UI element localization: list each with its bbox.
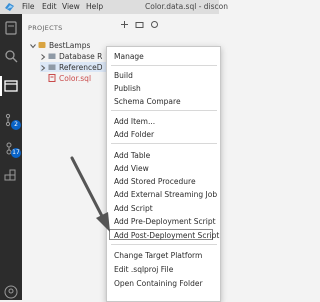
- menu-item-schema-compare[interactable]: Schema Compare: [114, 97, 181, 106]
- tree-item-database-references[interactable]: Database R: [40, 51, 102, 61]
- debug-icon[interactable]: 17: [3, 140, 21, 158]
- menu-item-add-post-deployment-script[interactable]: Add Post-Deployment Script: [114, 231, 219, 240]
- menu-item-add-stored-procedure[interactable]: Add Stored Procedure: [114, 177, 196, 186]
- menu-item-publish[interactable]: Publish: [114, 84, 141, 93]
- project-icon: [38, 41, 46, 49]
- extensions-icon[interactable]: [3, 168, 19, 184]
- menu-item-add-view[interactable]: Add View: [114, 164, 149, 173]
- open-folder-icon[interactable]: [135, 20, 144, 29]
- window-title: Color.data.sql - discon: [145, 2, 228, 11]
- source-control-icon[interactable]: 2: [3, 112, 21, 130]
- menu-file[interactable]: File: [22, 2, 35, 11]
- new-project-icon[interactable]: [120, 20, 129, 29]
- menu-item-add-folder[interactable]: Add Folder: [114, 130, 154, 139]
- sidebar-toolbar: [120, 20, 159, 29]
- menu-separator: [111, 244, 217, 245]
- activity-bar: 2 17: [0, 14, 22, 300]
- menu-item-change-target-platform[interactable]: Change Target Platform: [114, 251, 202, 260]
- chevron-right-icon: [40, 64, 46, 71]
- menu-separator: [111, 65, 217, 66]
- menu-separator: [111, 110, 217, 111]
- section-title: PROJECTS: [28, 24, 63, 32]
- menu-separator: [111, 143, 217, 144]
- tree-item-label: Color.sql: [59, 73, 92, 83]
- menu-item-manage[interactable]: Manage: [114, 52, 144, 61]
- refresh-icon[interactable]: [150, 20, 159, 29]
- chevron-right-icon: [40, 53, 46, 60]
- menu-view[interactable]: View: [62, 2, 80, 11]
- app-logo-icon: [4, 1, 15, 12]
- menu-item-build[interactable]: Build: [114, 71, 133, 80]
- search-icon[interactable]: [3, 48, 19, 64]
- title-bar: File Edit View Help Color.data.sql - dis…: [0, 0, 228, 14]
- menu-item-add-script[interactable]: Add Script: [114, 204, 153, 213]
- tree-item-label: Database R: [59, 51, 103, 61]
- source-control-badge: 2: [11, 120, 21, 130]
- tree-item-bestlamps[interactable]: BestLamps: [30, 40, 90, 50]
- menu-item-add-table[interactable]: Add Table: [114, 151, 150, 160]
- menu-item-edit-sqlproj-file[interactable]: Edit .sqlproj File: [114, 265, 173, 274]
- projects-icon[interactable]: [0, 76, 19, 96]
- server-icon[interactable]: [3, 20, 19, 36]
- folder-icon: [48, 63, 56, 71]
- account-icon[interactable]: [3, 284, 19, 300]
- folder-icon: [48, 52, 56, 60]
- menu-item-add-item[interactable]: Add Item...: [114, 117, 155, 126]
- menu-help[interactable]: Help: [86, 2, 103, 11]
- tree-item-color-sql[interactable]: Color.sql: [48, 73, 91, 83]
- sql-file-icon: [48, 74, 56, 82]
- menu-item-add-pre-deployment-script[interactable]: Add Pre-Deployment Script: [114, 217, 216, 226]
- menu-item-open-containing-folder[interactable]: Open Containing Folder: [114, 279, 203, 288]
- context-menu: Manage Build Publish Schema Compare Add …: [106, 46, 221, 302]
- menu-edit[interactable]: Edit: [42, 2, 57, 11]
- extensions-badge: 17: [11, 148, 21, 158]
- chevron-down-icon: [30, 42, 36, 49]
- tree-item-label: BestLamps: [49, 40, 91, 50]
- tree-item-label: ReferenceD: [59, 62, 103, 72]
- menu-item-add-external-streaming-job[interactable]: Add External Streaming Job: [114, 190, 217, 199]
